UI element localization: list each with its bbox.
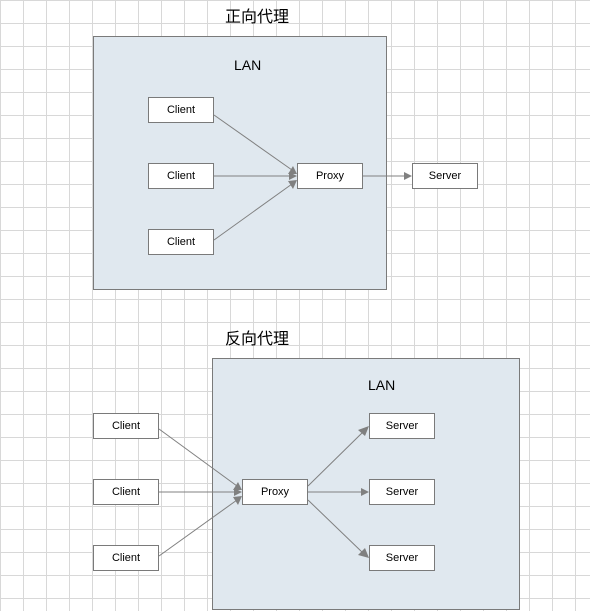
forward-server-node: Server <box>412 163 478 189</box>
reverse-lan-label: LAN <box>368 377 395 393</box>
reverse-client-3: Client <box>93 545 159 571</box>
forward-client-1: Client <box>148 97 214 123</box>
reverse-client-1: Client <box>93 413 159 439</box>
reverse-server-3: Server <box>369 545 435 571</box>
forward-proxy-title: 正向代理 <box>225 3 289 27</box>
forward-lan-label: LAN <box>234 57 261 73</box>
reverse-proxy-node: Proxy <box>242 479 308 505</box>
forward-proxy-node: Proxy <box>297 163 363 189</box>
reverse-server-2: Server <box>369 479 435 505</box>
reverse-client-2: Client <box>93 479 159 505</box>
forward-client-3: Client <box>148 229 214 255</box>
reverse-proxy-title: 反向代理 <box>225 325 289 349</box>
forward-client-2: Client <box>148 163 214 189</box>
reverse-server-1: Server <box>369 413 435 439</box>
